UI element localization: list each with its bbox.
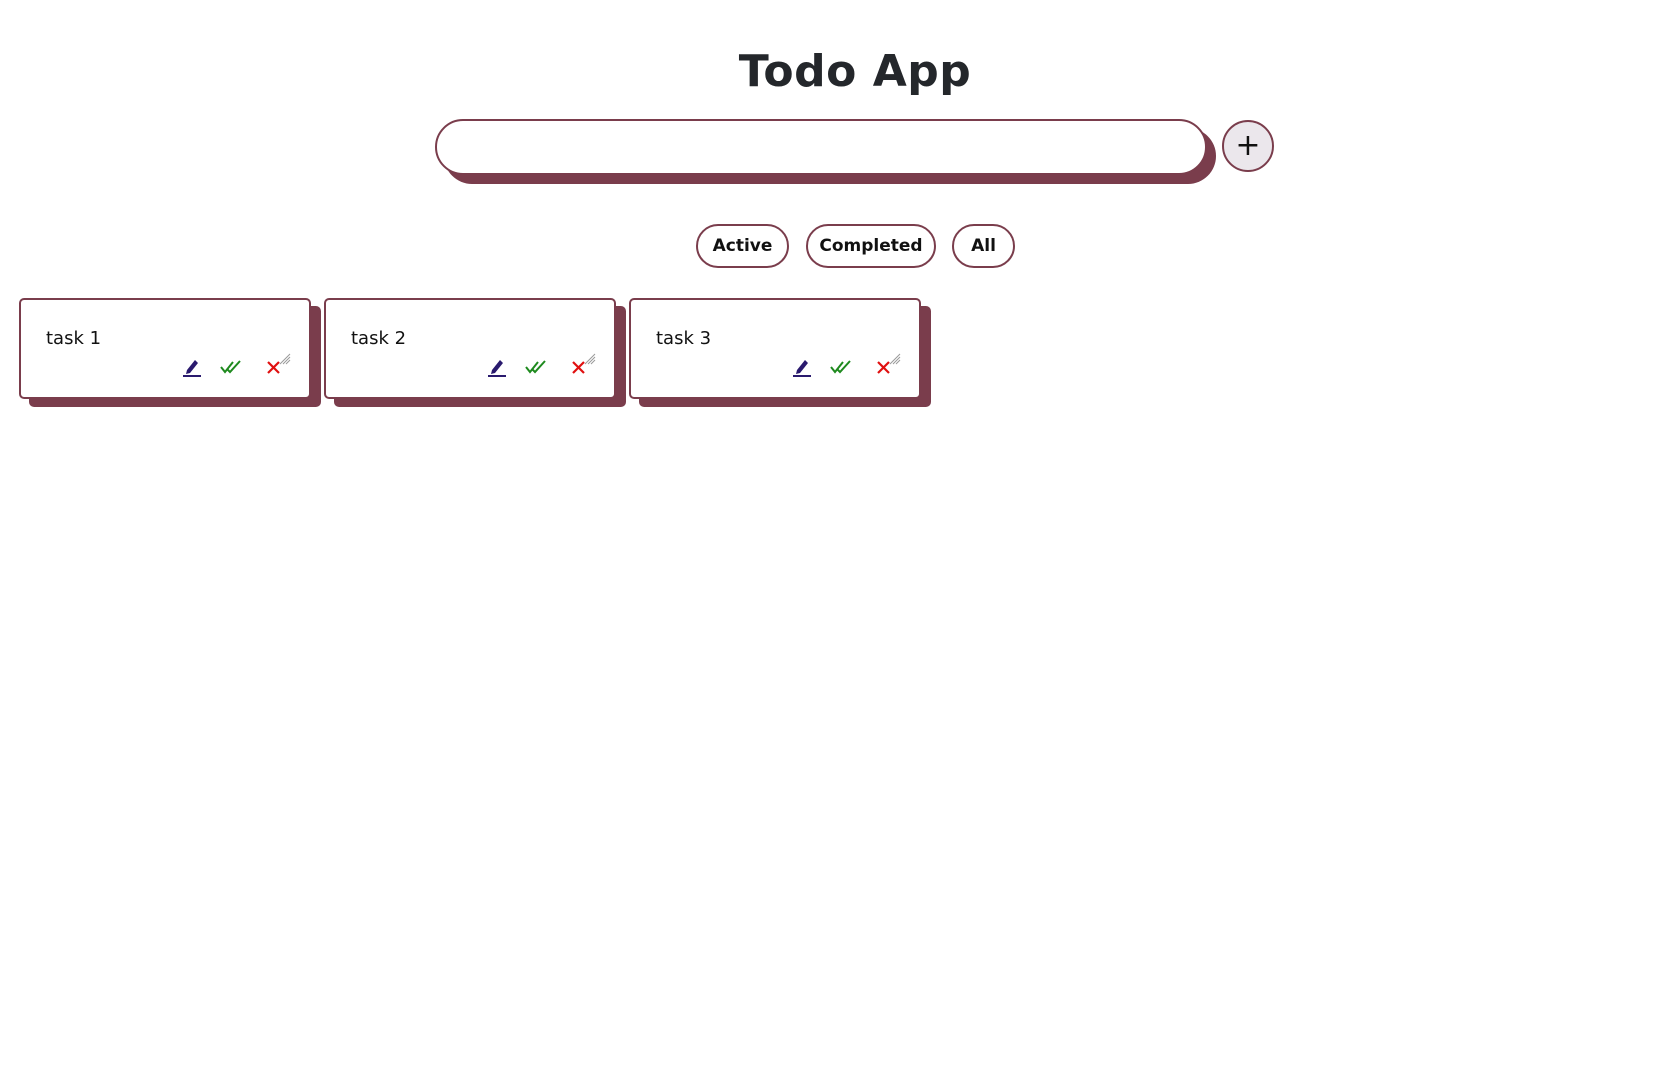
resize-grip-icon[interactable]	[279, 350, 291, 365]
double-check-icon[interactable]	[220, 356, 242, 378]
pencil-icon[interactable]	[791, 356, 813, 378]
double-check-icon[interactable]	[525, 356, 547, 378]
filter-completed-button[interactable]: Completed	[806, 224, 936, 268]
app-title: Todo App	[738, 46, 972, 97]
pencil-icon[interactable]	[181, 356, 203, 378]
new-task-input[interactable]	[435, 119, 1207, 175]
resize-grip-icon[interactable]	[889, 350, 901, 365]
task-card-body: task 1	[19, 298, 311, 399]
filter-active-button[interactable]: Active	[696, 224, 789, 268]
resize-grip-icon[interactable]	[584, 350, 596, 365]
add-task-button[interactable]: +	[1222, 120, 1274, 172]
task-card-body: task 3	[629, 298, 921, 399]
task-card: task 1	[19, 298, 321, 407]
task-card: task 3	[629, 298, 931, 407]
task-text: task 1	[46, 328, 102, 349]
double-check-icon[interactable]	[830, 356, 852, 378]
task-card: task 2	[324, 298, 626, 407]
task-text: task 2	[351, 328, 407, 349]
task-text: task 3	[656, 328, 712, 349]
pencil-icon[interactable]	[486, 356, 508, 378]
new-task-input-wrapper	[435, 119, 1216, 184]
filter-all-button[interactable]: All	[952, 224, 1015, 268]
task-card-body: task 2	[324, 298, 616, 399]
